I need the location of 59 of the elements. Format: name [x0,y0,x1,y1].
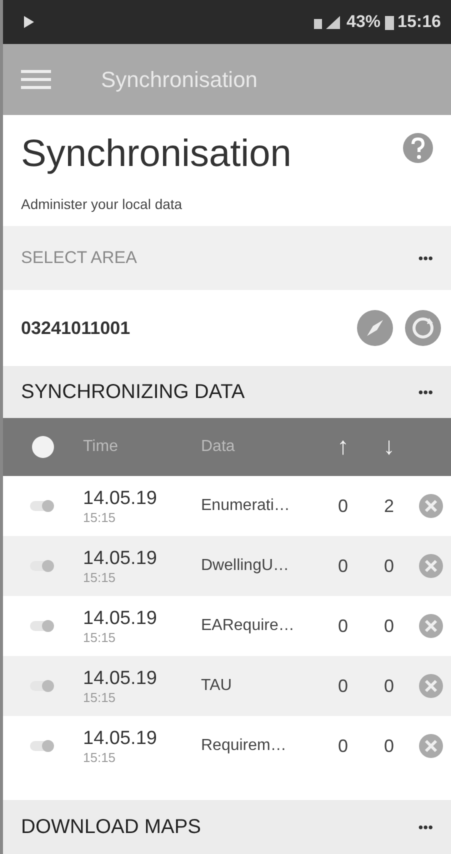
time-text: 15:15 [83,570,117,584]
help-icon[interactable] [403,133,433,163]
app-bar-title: Synchronisation [101,66,258,92]
upload-count: 0 [336,676,349,696]
download-count: 2 [382,496,395,516]
clock: 15:16 [398,12,441,32]
cancel-icon[interactable] [419,734,443,758]
column-header: ↑ [336,433,350,461]
toggle-icon[interactable] [30,558,56,574]
cancel-icon[interactable] [419,674,443,698]
column-header: ↓ [382,433,396,461]
download-count: 0 [382,616,395,636]
data-name: TAU [201,677,233,695]
page-title: Synchronisation [21,133,292,176]
page-subtitle: Administer your local data [21,196,184,212]
data-name: EARequire… [201,617,296,635]
more-button[interactable]: ••• [418,384,433,400]
download-count: 0 [382,736,395,756]
column-header: Data [201,438,236,456]
date-text: 14.05.19 [83,548,158,570]
battery-percent: 43% [346,12,381,32]
data-name: Enumerati… [201,497,291,515]
column-header: Time [83,438,119,456]
data-name: Requirem… [201,737,288,755]
data-name: DwellingU… [201,557,290,575]
time-text: 15:15 [83,750,117,764]
date-text: 14.05.19 [83,488,158,510]
area-code: 03241011001 [21,318,132,338]
download-count: 0 [382,556,395,576]
upload-count: 0 [336,736,349,756]
select-all-icon[interactable] [32,436,54,458]
section-label: SYNCHRONIZING DATA [21,380,245,404]
date-text: 14.05.19 [83,608,158,630]
menu-button[interactable] [21,68,51,90]
date-text: 14.05.19 [83,668,158,690]
signal-icon [314,15,342,29]
cancel-icon[interactable] [419,554,443,578]
cancel-icon[interactable] [419,614,443,638]
upload-count: 0 [336,616,349,636]
toggle-icon[interactable] [30,498,56,514]
more-button[interactable]: ••• [418,250,433,266]
play-icon [23,15,35,29]
toggle-icon[interactable] [30,738,56,754]
compass-icon[interactable] [357,310,393,346]
date-text: 14.05.19 [83,728,158,750]
upload-count: 0 [336,496,349,516]
more-button[interactable]: ••• [418,819,433,835]
toggle-icon[interactable] [30,678,56,694]
section-label: SELECT AREA [21,248,137,268]
time-text: 15:15 [83,690,117,704]
time-text: 15:15 [83,510,117,524]
section-label: DOWNLOAD MAPS [21,816,202,838]
cancel-icon[interactable] [419,494,443,518]
battery-icon [384,14,394,30]
time-text: 15:15 [83,630,117,644]
sync-icon[interactable] [405,310,441,346]
upload-count: 0 [336,556,349,576]
toggle-icon[interactable] [30,618,56,634]
download-count: 0 [382,676,395,696]
